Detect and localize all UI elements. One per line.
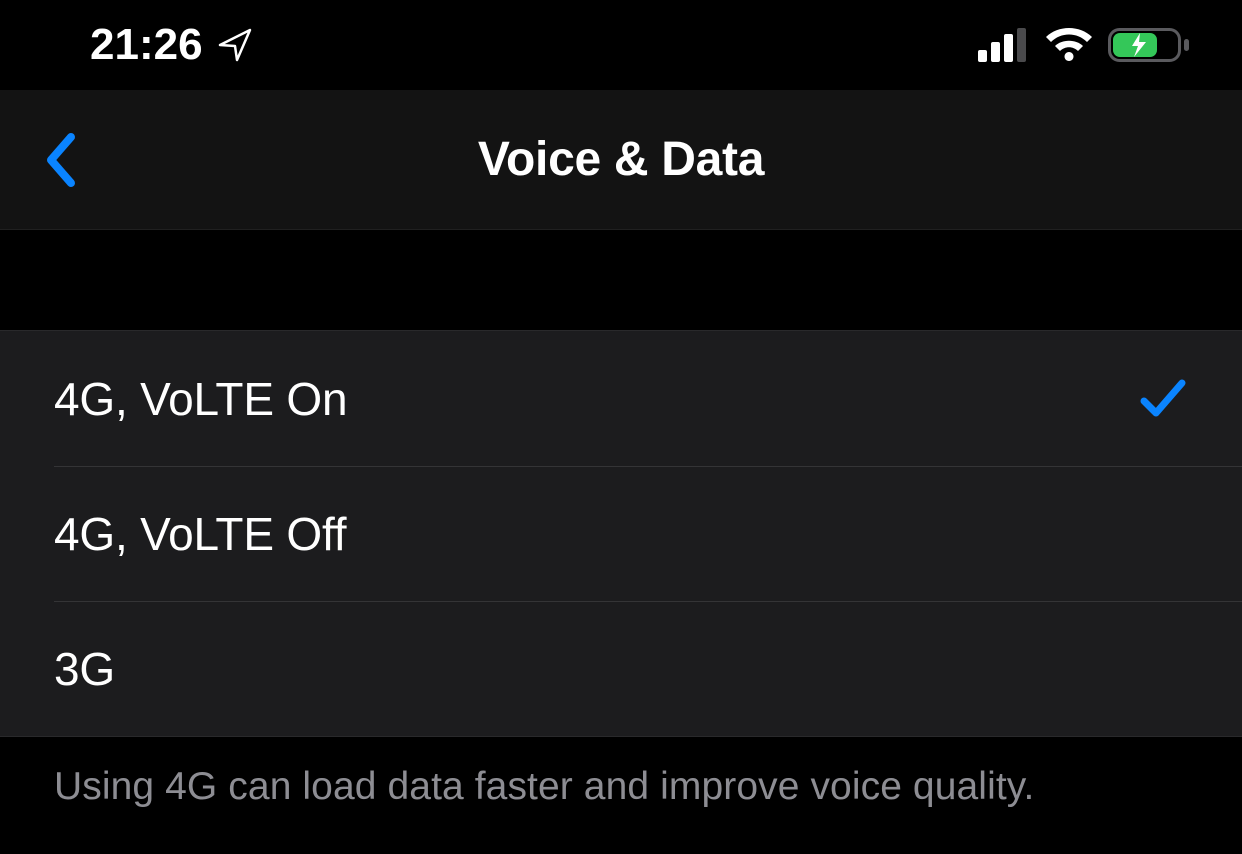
page-title: Voice & Data	[478, 132, 764, 187]
option-4g-volte-on[interactable]: 4G, VoLTE On	[0, 331, 1242, 466]
nav-header: Voice & Data	[0, 90, 1242, 230]
option-label: 4G, VoLTE Off	[54, 507, 346, 561]
status-left: 21:26	[90, 20, 255, 70]
back-button[interactable]	[30, 120, 90, 200]
footer-text: Using 4G can load data faster and improv…	[54, 763, 1188, 812]
battery-charging-icon	[1108, 26, 1192, 64]
status-bar: 21:26	[0, 0, 1242, 90]
status-time: 21:26	[90, 20, 203, 70]
cellular-signal-icon	[978, 28, 1030, 62]
section-gap	[0, 230, 1242, 330]
option-label: 3G	[54, 642, 115, 696]
section-footer: Using 4G can load data faster and improv…	[0, 737, 1242, 812]
option-3g[interactable]: 3G	[0, 601, 1242, 736]
option-4g-volte-off[interactable]: 4G, VoLTE Off	[0, 466, 1242, 601]
status-right	[978, 26, 1192, 64]
location-icon	[217, 26, 255, 64]
checkmark-icon	[1138, 376, 1188, 422]
options-list: 4G, VoLTE On 4G, VoLTE Off 3G	[0, 330, 1242, 737]
wifi-icon	[1044, 27, 1094, 63]
option-label: 4G, VoLTE On	[54, 372, 347, 426]
